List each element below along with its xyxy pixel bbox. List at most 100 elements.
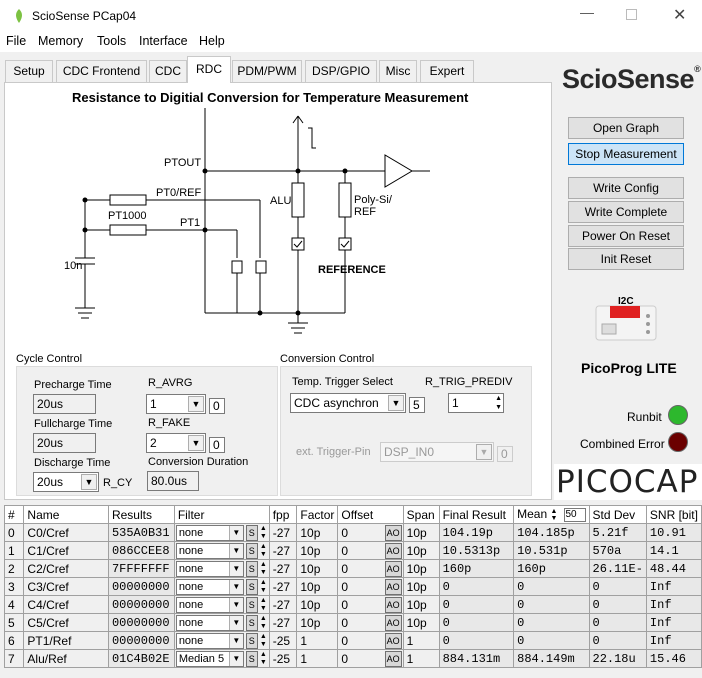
row-span[interactable]: 1: [402, 649, 440, 668]
maximize-icon[interactable]: [626, 9, 637, 20]
menu-help[interactable]: Help: [199, 34, 225, 48]
fullcharge-field[interactable]: 20us: [33, 433, 96, 453]
row-name[interactable]: C5/Cref: [23, 613, 109, 632]
menu-file[interactable]: File: [6, 34, 26, 48]
ao-button[interactable]: AO: [384, 525, 402, 541]
r-fake-select[interactable]: 2 ▼: [146, 433, 206, 453]
tab-misc[interactable]: Misc: [379, 60, 417, 82]
s-button[interactable]: S: [245, 578, 258, 595]
s-button[interactable]: S: [245, 542, 258, 559]
row-span[interactable]: 10p: [402, 613, 440, 632]
minimize-icon[interactable]: —: [580, 4, 594, 20]
tab-rdc[interactable]: RDC: [187, 56, 231, 83]
row-offset[interactable]: 0: [341, 634, 348, 648]
s-button[interactable]: S: [245, 560, 258, 577]
row-factor[interactable]: 10p: [296, 577, 339, 596]
filter-select[interactable]: none ▼: [175, 614, 244, 631]
spinner-arrows-icon[interactable]: ▲ ▼: [260, 561, 267, 577]
write-complete-button[interactable]: Write Complete: [568, 201, 684, 223]
s-button[interactable]: S: [245, 650, 258, 667]
row-factor[interactable]: 1: [296, 631, 339, 650]
filter-select[interactable]: none ▼: [175, 542, 244, 559]
tab-expert[interactable]: Expert: [420, 60, 474, 82]
filter-select[interactable]: none ▼: [175, 632, 244, 649]
spinner-arrows-icon[interactable]: ▲ ▼: [260, 615, 267, 631]
spinner-arrows-icon[interactable]: ▲ ▼: [260, 633, 267, 649]
power-on-reset-button[interactable]: Power On Reset: [568, 225, 684, 247]
row-factor[interactable]: 10p: [296, 559, 339, 578]
row-span[interactable]: 1: [402, 631, 440, 650]
row-fpp[interactable]: -27: [268, 559, 298, 578]
ao-button[interactable]: AO: [384, 633, 402, 649]
discharge-select[interactable]: 20us ▼: [33, 472, 99, 492]
row-span[interactable]: 10p: [402, 541, 440, 560]
row-offset[interactable]: 0: [341, 616, 348, 630]
spinner-arrows-icon[interactable]: ▲ ▼: [260, 651, 267, 667]
menu-interface[interactable]: Interface: [139, 34, 188, 48]
row-fpp[interactable]: -27: [268, 577, 298, 596]
stop-measurement-button[interactable]: Stop Measurement: [568, 143, 684, 165]
tab-cdc-frontend[interactable]: CDC Frontend: [56, 60, 147, 82]
init-reset-button[interactable]: Init Reset: [568, 248, 684, 270]
row-span[interactable]: 10p: [402, 559, 440, 578]
row-fpp[interactable]: -25: [268, 631, 298, 650]
spinner-arrows-icon[interactable]: ▲ ▼: [495, 394, 502, 412]
row-name[interactable]: C1/Cref: [23, 541, 109, 560]
spinner-arrows-icon[interactable]: ▲ ▼: [260, 525, 267, 541]
row-factor[interactable]: 10p: [296, 523, 339, 542]
precharge-field[interactable]: 20us: [33, 394, 96, 414]
r-avrg-select[interactable]: 1 ▼: [146, 394, 206, 414]
row-name[interactable]: PT1/Ref: [23, 631, 109, 650]
row-offset[interactable]: 0: [341, 526, 348, 540]
row-fpp[interactable]: -27: [268, 613, 298, 632]
row-fpp[interactable]: -27: [268, 523, 298, 542]
ao-button[interactable]: AO: [384, 579, 402, 595]
s-button[interactable]: S: [245, 596, 258, 613]
row-fpp[interactable]: -27: [268, 595, 298, 614]
row-factor[interactable]: 1: [296, 649, 339, 668]
filter-select[interactable]: Median 5 ▼: [175, 650, 244, 667]
row-span[interactable]: 10p: [402, 595, 440, 614]
row-fpp[interactable]: -27: [268, 541, 298, 560]
ao-button[interactable]: AO: [384, 651, 402, 667]
row-factor[interactable]: 10p: [296, 613, 339, 632]
s-button[interactable]: S: [245, 614, 258, 631]
spinner-arrows-icon[interactable]: ▲ ▼: [260, 597, 267, 613]
row-name[interactable]: Alu/Ref: [23, 649, 109, 668]
tab-setup[interactable]: Setup: [5, 60, 53, 82]
spinner-arrows-icon[interactable]: ▲ ▼: [260, 543, 267, 559]
filter-select[interactable]: none ▼: [175, 578, 244, 595]
row-span[interactable]: 10p: [402, 577, 440, 596]
row-span[interactable]: 10p: [402, 523, 440, 542]
tab-pdm-pwm[interactable]: PDM/PWM: [232, 60, 302, 82]
trigger-select[interactable]: CDC asynchron ▼: [290, 393, 406, 413]
row-offset[interactable]: 0: [341, 544, 348, 558]
row-offset[interactable]: 0: [341, 562, 348, 576]
close-icon[interactable]: ✕: [673, 5, 686, 25]
row-name[interactable]: C0/Cref: [23, 523, 109, 542]
open-graph-button[interactable]: Open Graph: [568, 117, 684, 139]
filter-select[interactable]: none ▼: [175, 560, 244, 577]
menu-tools[interactable]: Tools: [97, 34, 126, 48]
tab-dsp-gpio[interactable]: DSP/GPIO: [305, 60, 377, 82]
filter-select[interactable]: none ▼: [175, 524, 244, 541]
row-offset[interactable]: 0: [341, 580, 348, 594]
write-config-button[interactable]: Write Config: [568, 177, 684, 199]
s-button[interactable]: S: [245, 632, 258, 649]
mean-spinner-icon[interactable]: ▲ ▼: [551, 508, 564, 522]
ao-button[interactable]: AO: [384, 615, 402, 631]
row-offset[interactable]: 0: [341, 598, 348, 612]
ao-button[interactable]: AO: [384, 543, 402, 559]
mean-window-input[interactable]: 50: [563, 507, 586, 522]
row-offset[interactable]: 0: [341, 652, 348, 666]
row-name[interactable]: C3/Cref: [23, 577, 109, 596]
row-name[interactable]: C4/Cref: [23, 595, 109, 614]
prediv-spinner[interactable]: 1 ▲ ▼: [448, 393, 504, 413]
s-button[interactable]: S: [245, 524, 258, 541]
row-factor[interactable]: 10p: [296, 541, 339, 560]
menu-memory[interactable]: Memory: [38, 34, 83, 48]
row-fpp[interactable]: -25: [268, 649, 298, 668]
row-name[interactable]: C2/Cref: [23, 559, 109, 578]
ao-button[interactable]: AO: [384, 561, 402, 577]
ao-button[interactable]: AO: [384, 597, 402, 613]
